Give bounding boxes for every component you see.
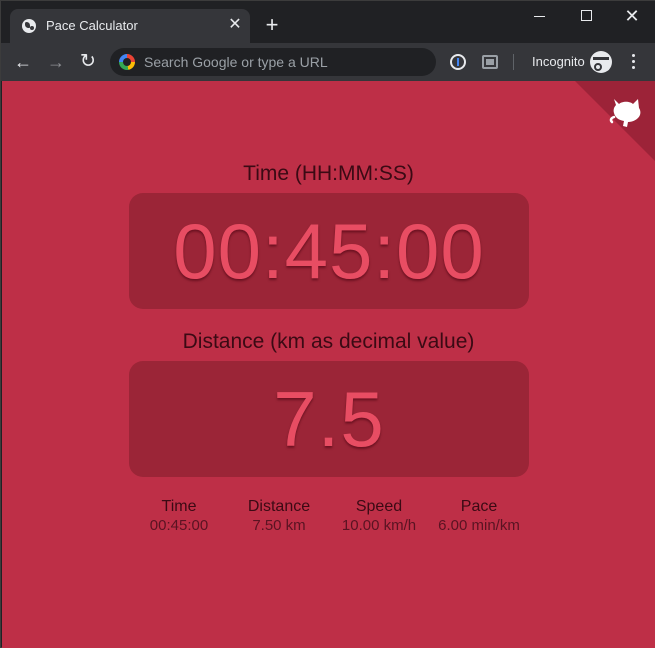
summary-value: 7.50 km — [252, 517, 306, 534]
distance-input[interactable] — [129, 361, 529, 477]
tab-title: Pace Calculator — [46, 18, 138, 33]
back-button[interactable]: ← — [11, 50, 35, 74]
page-content: Time (HH:MM:SS) Distance (km as decimal … — [2, 81, 655, 648]
tab-strip: Pace Calculator ✕ + ✕ — [1, 1, 655, 43]
forward-button[interactable]: → — [44, 50, 68, 74]
toolbar-divider — [513, 54, 514, 70]
summary-pace: Pace 6.00 min/km — [424, 497, 534, 535]
summary-heading: Speed — [355, 498, 403, 515]
distance-display — [129, 361, 529, 477]
time-label: Time (HH:MM:SS) — [243, 162, 414, 185]
summary-distance: Distance 7.50 km — [224, 497, 334, 535]
menu-dot — [632, 66, 635, 69]
summary-heading: Pace — [460, 498, 498, 515]
incognito-icon[interactable] — [590, 51, 612, 73]
summary-value: 00:45:00 — [149, 517, 209, 534]
incognito-label: Incognito — [532, 54, 585, 69]
menu-dot — [632, 60, 635, 63]
extension-icon[interactable] — [450, 54, 466, 70]
browser-menu-button[interactable] — [625, 53, 641, 71]
browser-toolbar: ← → ↻ Incognito — [1, 43, 655, 81]
minimize-button[interactable] — [516, 1, 562, 33]
summary-heading: Time — [161, 498, 197, 515]
reload-button[interactable]: ↻ — [76, 50, 100, 74]
extension-screen-icon[interactable] — [482, 55, 498, 69]
summary-value: 10.00 km/h — [341, 517, 417, 534]
distance-label: Distance (km as decimal value) — [182, 330, 475, 353]
globe-icon — [22, 19, 36, 33]
time-display — [129, 193, 529, 309]
tab-close-icon[interactable]: ✕ — [227, 15, 243, 35]
summary-speed: Speed 10.00 km/h — [324, 497, 434, 535]
new-tab-button[interactable]: + — [260, 13, 284, 37]
summary-time: Time 00:45:00 — [124, 497, 234, 535]
summary-value: 6.00 min/km — [438, 517, 520, 534]
maximize-icon — [581, 10, 592, 21]
close-window-button[interactable]: ✕ — [609, 1, 655, 33]
address-bar[interactable] — [110, 48, 436, 76]
tab-pace-calculator[interactable]: Pace Calculator ✕ — [10, 9, 250, 43]
minimize-icon — [534, 16, 545, 17]
menu-dot — [632, 54, 635, 57]
maximize-button[interactable] — [563, 1, 609, 33]
omnibox-input[interactable] — [144, 48, 424, 76]
summary-heading: Distance — [247, 498, 311, 515]
time-input[interactable] — [129, 193, 529, 309]
google-icon — [119, 54, 135, 70]
browser-window: Pace Calculator ✕ + ✕ ← → ↻ Incognito — [0, 0, 655, 648]
github-octocat-icon[interactable] — [608, 89, 648, 129]
